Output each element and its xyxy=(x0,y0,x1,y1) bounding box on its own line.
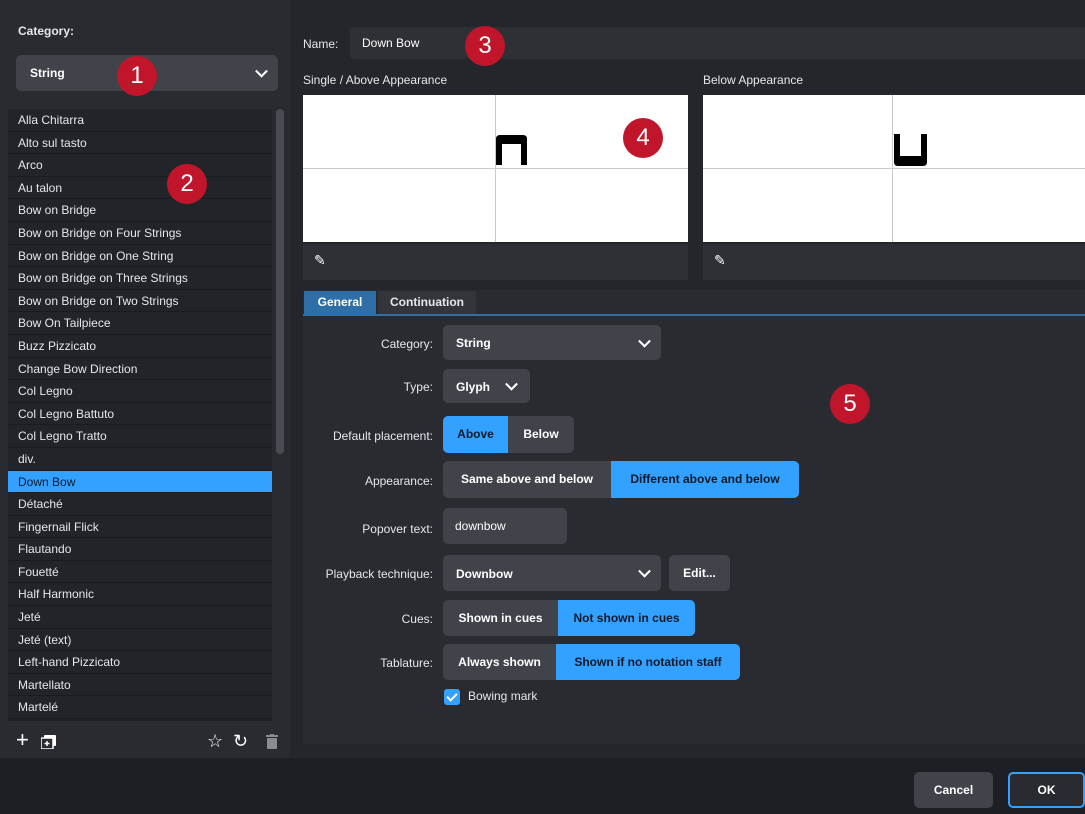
chevron-down-icon xyxy=(255,64,268,78)
edit-above-pencil-icon[interactable]: ✎ xyxy=(314,252,326,269)
playback-technique-label: Playback technique: xyxy=(325,567,433,581)
appearance-same-button[interactable]: Same above and below xyxy=(443,461,611,498)
list-item[interactable]: Arco xyxy=(8,154,272,177)
popover-text-label: Popover text: xyxy=(362,522,433,536)
list-item[interactable]: Bow on Bridge on Four Strings xyxy=(8,221,272,245)
playback-edit-button[interactable]: Edit... xyxy=(669,555,730,591)
duplicate-icon[interactable] xyxy=(40,735,56,750)
popover-text-input[interactable]: downbow xyxy=(443,508,567,544)
articulation-list[interactable]: Alla Chitarra Alto sul tasto Arco Au talon B… xyxy=(8,109,272,721)
callout-2: 2 xyxy=(167,164,207,204)
down-bow-below-glyph xyxy=(894,134,927,166)
cancel-button[interactable]: Cancel xyxy=(914,772,993,808)
list-item[interactable]: Left-hand Pizzicato xyxy=(8,651,272,674)
list-item[interactable]: Fouetté xyxy=(8,560,272,584)
category-label: Category: xyxy=(380,337,433,351)
list-item[interactable]: Au talon xyxy=(8,176,272,200)
name-input[interactable] xyxy=(350,27,1085,59)
list-item[interactable]: Jeté xyxy=(8,606,272,629)
below-edit-bar xyxy=(703,244,1085,280)
placement-below-button[interactable]: Below xyxy=(508,416,574,453)
tab-general[interactable]: General xyxy=(304,291,376,315)
single-above-appearance-label: Single / Above Appearance xyxy=(303,73,448,87)
tab-continuation[interactable]: Continuation xyxy=(378,291,476,315)
trash-icon[interactable] xyxy=(266,734,278,749)
list-item[interactable]: Martellato xyxy=(8,673,272,697)
list-item[interactable]: Buzz Pizzicato xyxy=(8,334,272,358)
category-dropdown-value: String xyxy=(30,66,65,80)
playback-technique-dropdown[interactable]: Downbow xyxy=(443,555,661,591)
type-value: Glyph xyxy=(456,380,491,394)
list-item[interactable]: Alla Chitarra xyxy=(8,109,272,132)
list-item[interactable]: Bow on Bridge on One String xyxy=(8,244,272,268)
cues-label: Cues: xyxy=(401,612,433,626)
list-item[interactable]: Martelé xyxy=(8,696,272,720)
name-label: Name: xyxy=(303,37,339,51)
list-scrollbar[interactable] xyxy=(276,109,284,454)
list-item[interactable]: Down Bow xyxy=(8,470,272,494)
appearance-label: Appearance: xyxy=(364,474,433,488)
edit-below-pencil-icon[interactable]: ✎ xyxy=(714,252,726,269)
bowing-mark-checkbox[interactable] xyxy=(444,689,460,705)
below-appearance-label: Below Appearance xyxy=(703,73,804,87)
chevron-down-icon xyxy=(638,564,651,578)
list-item[interactable]: Jeté (text) xyxy=(8,628,272,652)
chevron-down-icon xyxy=(505,377,518,391)
list-item[interactable]: Alto sul tasto xyxy=(8,131,272,155)
callout-5: 5 xyxy=(830,384,870,424)
ok-button[interactable]: OK xyxy=(1008,772,1085,808)
down-bow-glyph xyxy=(496,135,527,165)
list-item[interactable]: Bow on Bridge on Two Strings xyxy=(8,289,272,313)
chevron-down-icon xyxy=(638,334,651,348)
list-item[interactable]: Flautando xyxy=(8,538,272,561)
category-title: Category: xyxy=(18,24,75,38)
list-item[interactable]: Fingernail Flick xyxy=(8,515,272,539)
list-item[interactable]: Bow on Bridge xyxy=(8,199,272,222)
reset-icon[interactable]: ↻ xyxy=(233,732,248,750)
callout-4: 4 xyxy=(623,118,663,158)
tablature-label: Tablature: xyxy=(380,656,433,670)
form-category-value: String xyxy=(456,336,491,350)
below-appearance-preview xyxy=(703,95,1085,242)
list-item[interactable]: Détaché xyxy=(8,493,272,516)
above-edit-bar xyxy=(303,244,688,280)
list-item[interactable]: Change Bow Direction xyxy=(8,357,272,381)
star-icon[interactable]: ☆ xyxy=(207,732,223,750)
callout-3: 3 xyxy=(465,26,505,66)
cues-not-shown-button[interactable]: Not shown in cues xyxy=(558,600,695,636)
type-dropdown[interactable]: Glyph xyxy=(443,369,530,403)
list-item[interactable]: div. xyxy=(8,447,272,471)
bowing-mark-label: Bowing mark xyxy=(468,689,538,703)
list-item[interactable]: Col Legno Tratto xyxy=(8,425,272,448)
appearance-different-button[interactable]: Different above and below xyxy=(611,461,799,498)
type-label: Type: xyxy=(403,380,433,394)
list-item[interactable]: Bow On Tailpiece xyxy=(8,312,272,335)
placement-above-button[interactable]: Above xyxy=(443,416,508,453)
tablature-no-staff-button[interactable]: Shown if no notation staff xyxy=(556,644,740,680)
callout-1: 1 xyxy=(117,56,157,96)
default-placement-label: Default placement: xyxy=(332,429,433,443)
list-item[interactable]: Col Legno Battuto xyxy=(8,402,272,426)
above-appearance-preview xyxy=(303,95,688,242)
list-item[interactable]: Col Legno xyxy=(8,380,272,403)
playback-technique-value: Downbow xyxy=(456,567,513,581)
list-item[interactable]: Half Harmonic xyxy=(8,583,272,607)
form-category-dropdown[interactable]: String xyxy=(443,325,661,360)
list-item[interactable]: Bow on Bridge on Three Strings xyxy=(8,267,272,290)
cues-shown-button[interactable]: Shown in cues xyxy=(443,600,558,636)
plus-icon[interactable]: + xyxy=(16,729,29,751)
tablature-always-button[interactable]: Always shown xyxy=(443,644,556,680)
